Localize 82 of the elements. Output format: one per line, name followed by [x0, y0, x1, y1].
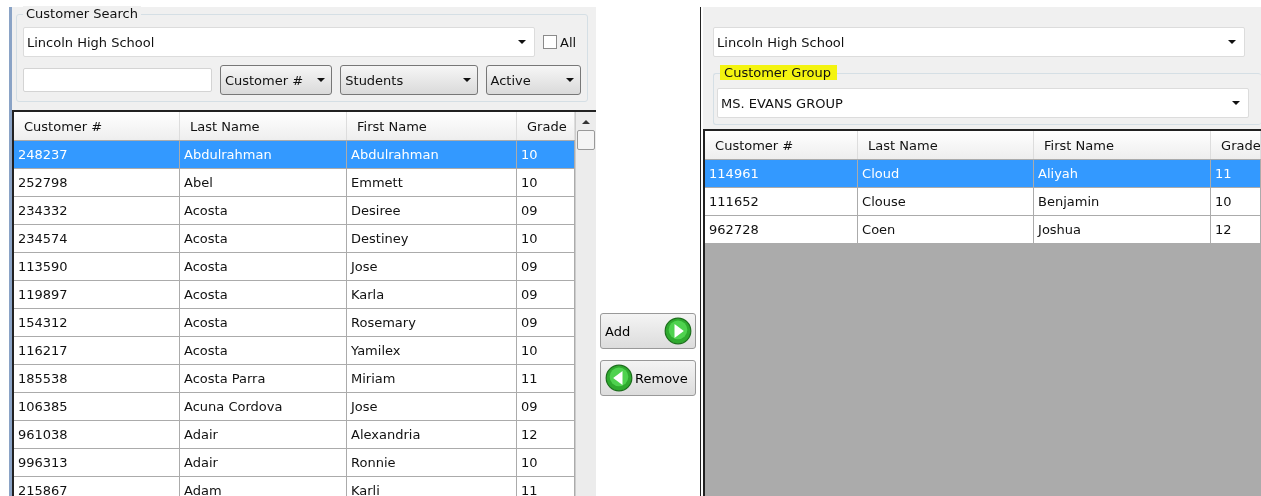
column-header[interactable]: Last Name	[180, 112, 347, 140]
column-header[interactable]: Grade	[1211, 131, 1261, 159]
table-cell: Acosta	[180, 281, 347, 308]
arrow-right-icon	[664, 317, 693, 345]
table-cell: 996313	[14, 449, 180, 476]
table-cell: Destiney	[347, 225, 517, 252]
table-cell: Alexandria	[347, 421, 517, 448]
table-cell: Cloud	[858, 160, 1035, 187]
table-cell: 10	[1211, 188, 1261, 215]
table-cell: Jose	[347, 253, 517, 280]
table-cell: 962728	[705, 216, 859, 243]
remove-button[interactable]: Remove	[600, 360, 697, 396]
dropdown[interactable]: MS. EVANS GROUP	[717, 88, 1250, 118]
table-cell: 154312	[14, 309, 180, 336]
table-cell: Acuna Cordova	[180, 393, 347, 420]
caret-icon	[317, 78, 326, 82]
table-cell: 106385	[14, 393, 180, 420]
table-cell: Adair	[180, 449, 347, 476]
dropdown-button[interactable]: Active	[485, 65, 581, 95]
table-cell: 113590	[14, 253, 180, 280]
table-cell: Clouse	[858, 188, 1035, 215]
table-cell: 185538	[14, 365, 180, 392]
dropdown[interactable]: Lincoln High School	[23, 27, 535, 57]
table-cell: Karli	[347, 477, 517, 496]
dropdown[interactable]: Lincoln High School	[713, 27, 1246, 57]
checkbox[interactable]	[543, 35, 557, 49]
table-cell: Rosemary	[347, 309, 517, 336]
group-label: Customer Group	[720, 65, 837, 80]
table-cell: Adair	[180, 421, 347, 448]
table-cell: 234574	[14, 225, 180, 252]
column-header[interactable]: First Name	[1034, 131, 1212, 159]
table-cell: Abel	[180, 169, 347, 196]
table-cell: Acosta	[180, 309, 347, 336]
table-cell: 215867	[14, 477, 180, 496]
table-cell: Acosta	[180, 225, 347, 252]
table-cell: Benjamin	[1034, 188, 1212, 215]
table-cell: Emmett	[347, 169, 517, 196]
scrollbar[interactable]	[575, 112, 596, 496]
table-cell: Coen	[858, 216, 1035, 243]
column-header[interactable]: Last Name	[858, 131, 1035, 159]
add-button[interactable]: Add	[600, 313, 697, 349]
table-cell: Acosta Parra	[180, 365, 347, 392]
table-cell: Ronnie	[347, 449, 517, 476]
table-cell: Adam	[180, 477, 347, 496]
column-header[interactable]: Customer #	[14, 112, 180, 140]
table-cell: Acosta	[180, 253, 347, 280]
table-cell: Acosta	[180, 337, 347, 364]
arrow-left-icon	[605, 364, 634, 392]
caret-icon	[566, 78, 574, 82]
group-label: Customer Search	[23, 6, 141, 21]
dropdown-button[interactable]: Students	[340, 65, 478, 95]
table-cell: Jose	[347, 393, 517, 420]
table-cell: Aliyah	[1034, 160, 1212, 187]
caret-icon	[1228, 40, 1237, 44]
table-cell: Desiree	[347, 197, 517, 224]
table-cell: Karla	[347, 281, 517, 308]
caret-icon	[462, 78, 471, 82]
table-cell: Yamilex	[347, 337, 517, 364]
search-field[interactable]	[23, 68, 212, 92]
table-cell: Acosta	[180, 197, 347, 224]
table-cell: 234332	[14, 197, 180, 224]
caret-icon	[518, 40, 526, 44]
table-cell: 961038	[14, 421, 180, 448]
scroll-thumb[interactable]	[577, 130, 595, 150]
table-cell: 111652	[705, 188, 859, 215]
table-cell: Abdulrahman	[180, 141, 347, 168]
table-cell: Abdulrahman	[347, 141, 517, 168]
table-cell: Miriam	[347, 365, 517, 392]
column-header[interactable]: First Name	[347, 112, 517, 140]
checkbox-label[interactable]: All	[560, 34, 577, 50]
table-cell: 116217	[14, 337, 180, 364]
table-cell: 11	[1211, 160, 1261, 187]
table-cell: Joshua	[1034, 216, 1212, 243]
caret-icon	[1232, 101, 1241, 105]
column-header[interactable]: Customer #	[705, 131, 859, 159]
table-cell: 119897	[14, 281, 180, 308]
table-cell: 248237	[14, 141, 180, 168]
table-cell: 252798	[14, 169, 180, 196]
table-cell: 12	[1211, 216, 1261, 243]
table-cell: 114961	[705, 160, 859, 187]
dropdown-button[interactable]: Customer #	[219, 65, 333, 95]
scroll-up-icon[interactable]	[582, 120, 590, 124]
